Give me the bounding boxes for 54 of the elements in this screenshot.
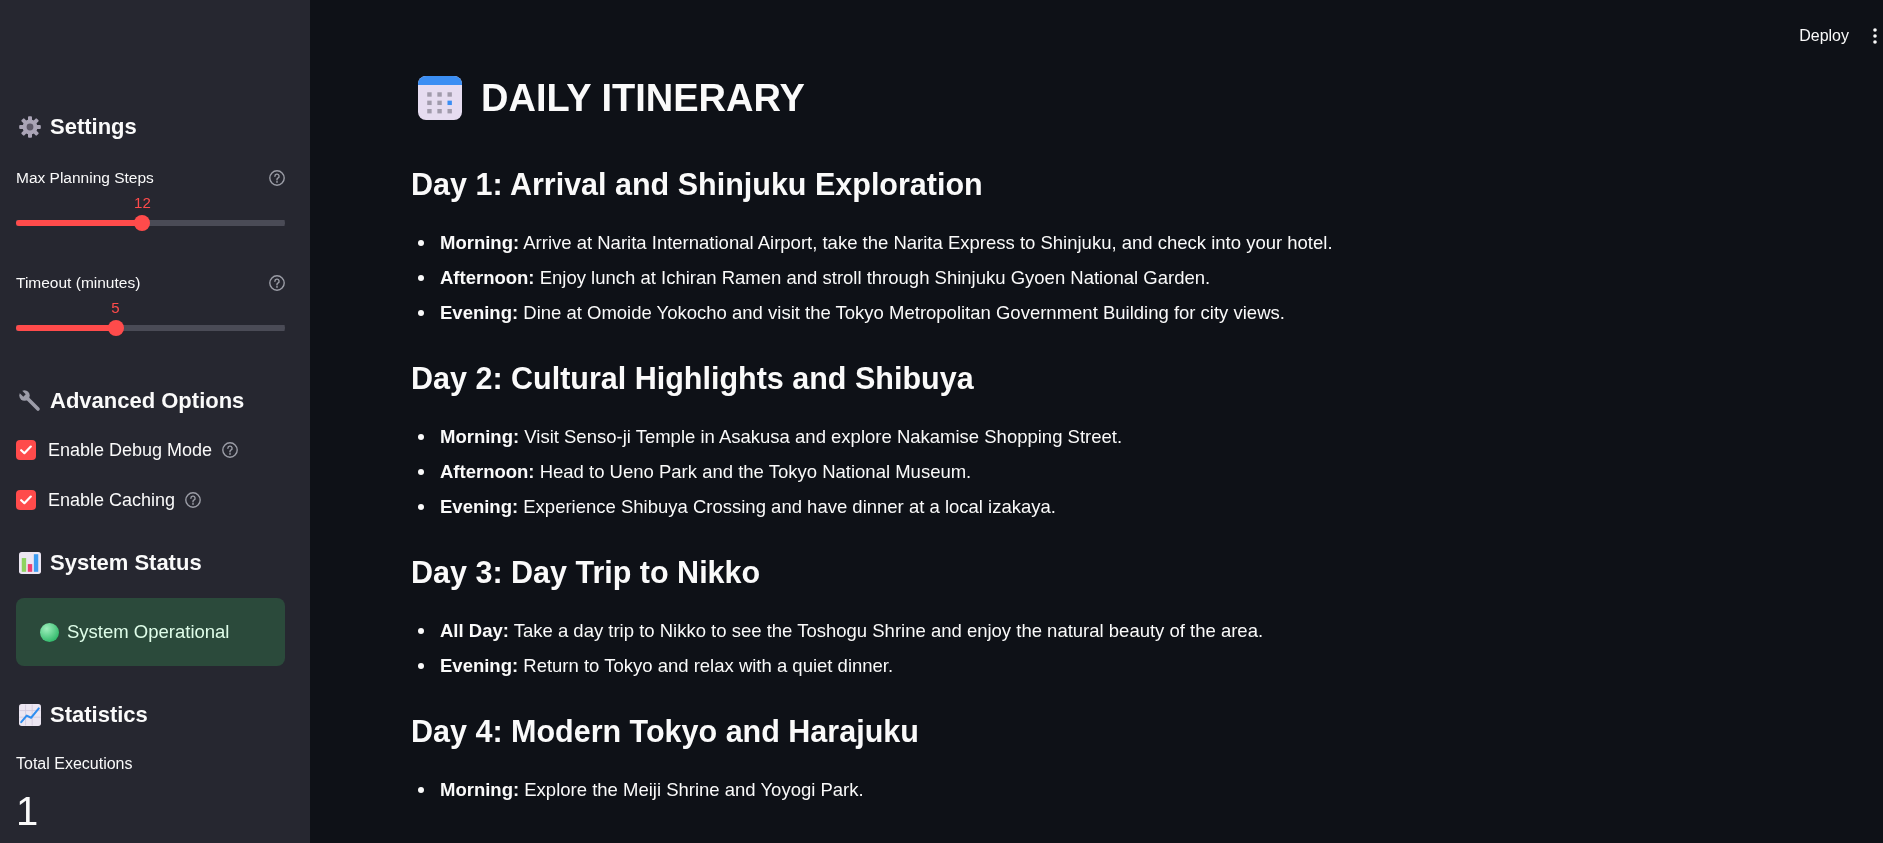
slider-value: 12 xyxy=(134,194,151,212)
slider-label: Timeout (minutes) xyxy=(16,274,141,292)
help-icon[interactable] xyxy=(222,442,239,458)
status-dot-icon xyxy=(40,622,59,642)
section-heading: Settings xyxy=(50,114,137,140)
bullet-icon xyxy=(418,628,424,634)
itinerary-item: Morning: Arrive at Narita International Airport, take the Narita Express to Shinjuku, and check into your hotel. xyxy=(440,231,1333,255)
bar-chart-icon xyxy=(19,552,41,574)
day-heading: Day 4: Modern Tokyo and Harajuku xyxy=(411,714,920,748)
help-icon[interactable] xyxy=(185,492,202,508)
checkbox[interactable] xyxy=(16,440,36,460)
bullet-icon xyxy=(418,275,424,281)
help-icon[interactable] xyxy=(269,275,285,291)
itinerary-item: Morning: Visit Senso-ji Temple in Asakusa and explore Nakamise Shopping Street. xyxy=(440,425,1123,449)
calendar-icon xyxy=(418,76,462,120)
bullet-icon xyxy=(418,469,424,475)
bullet-icon xyxy=(418,663,424,669)
metric-value: 1 xyxy=(16,788,40,834)
bullet-icon xyxy=(418,310,424,316)
bullet-icon xyxy=(418,504,424,510)
itinerary-item: All Day: Take a day trip to Nikko to see the Toshogu Shrine and enjoy the natural beauty of the area. xyxy=(440,619,1264,643)
itinerary-item: Morning: Explore the Meiji Shrine and Yoyogi Park. xyxy=(440,778,864,802)
slider-label: Max Planning Steps xyxy=(16,169,154,187)
help-icon[interactable] xyxy=(269,170,285,186)
gear-icon xyxy=(19,116,41,138)
line-chart-icon xyxy=(19,704,41,726)
check-icon xyxy=(20,445,32,455)
itinerary-item: Evening: Experience Shibuya Crossing and have dinner at a local izakaya. xyxy=(440,495,1056,519)
wrench-icon xyxy=(19,390,41,412)
checkbox-label: Enable Caching xyxy=(48,489,176,511)
itinerary-item: Afternoon: Head to Ueno Park and the Tokyo National Museum. xyxy=(440,460,972,484)
checkbox[interactable] xyxy=(16,490,36,510)
slider-thumb[interactable] xyxy=(134,215,151,231)
check-icon xyxy=(20,495,32,505)
slider-value: 5 xyxy=(111,299,120,317)
section-heading: System Status xyxy=(50,550,202,576)
slider-thumb[interactable] xyxy=(107,320,124,336)
itinerary-item: Afternoon: Enjoy lunch at Ichiran Ramen and stroll through Shinjuku Gyoen National Garden. xyxy=(440,266,1211,290)
day-heading: Day 2: Cultural Highlights and Shibuya xyxy=(411,361,975,395)
section-heading: Advanced Options xyxy=(50,388,245,414)
bullet-icon xyxy=(418,434,424,440)
deploy-button[interactable]: Deploy xyxy=(1789,19,1859,53)
menu-icon[interactable] xyxy=(1873,28,1877,44)
itinerary-item: Evening: Dine at Omoide Yokocho and visit the Tokyo Metropolitan Government Building for city views. xyxy=(440,301,1285,325)
itinerary-item: Evening: Return to Tokyo and relax with a quiet dinner. xyxy=(440,654,894,678)
section-heading: Statistics xyxy=(50,702,148,728)
bullet-icon xyxy=(418,240,424,246)
metric-label: Total Executions xyxy=(16,754,134,774)
day-heading: Day 1: Arrival and Shinjuku Exploration xyxy=(411,167,984,201)
page-title: DAILY ITINERARY xyxy=(481,76,805,121)
status-message: System Operational xyxy=(67,621,230,643)
checkbox-label: Enable Debug Mode xyxy=(48,439,213,461)
bullet-icon xyxy=(418,787,424,793)
day-heading: Day 3: Day Trip to Nikko xyxy=(411,555,762,589)
